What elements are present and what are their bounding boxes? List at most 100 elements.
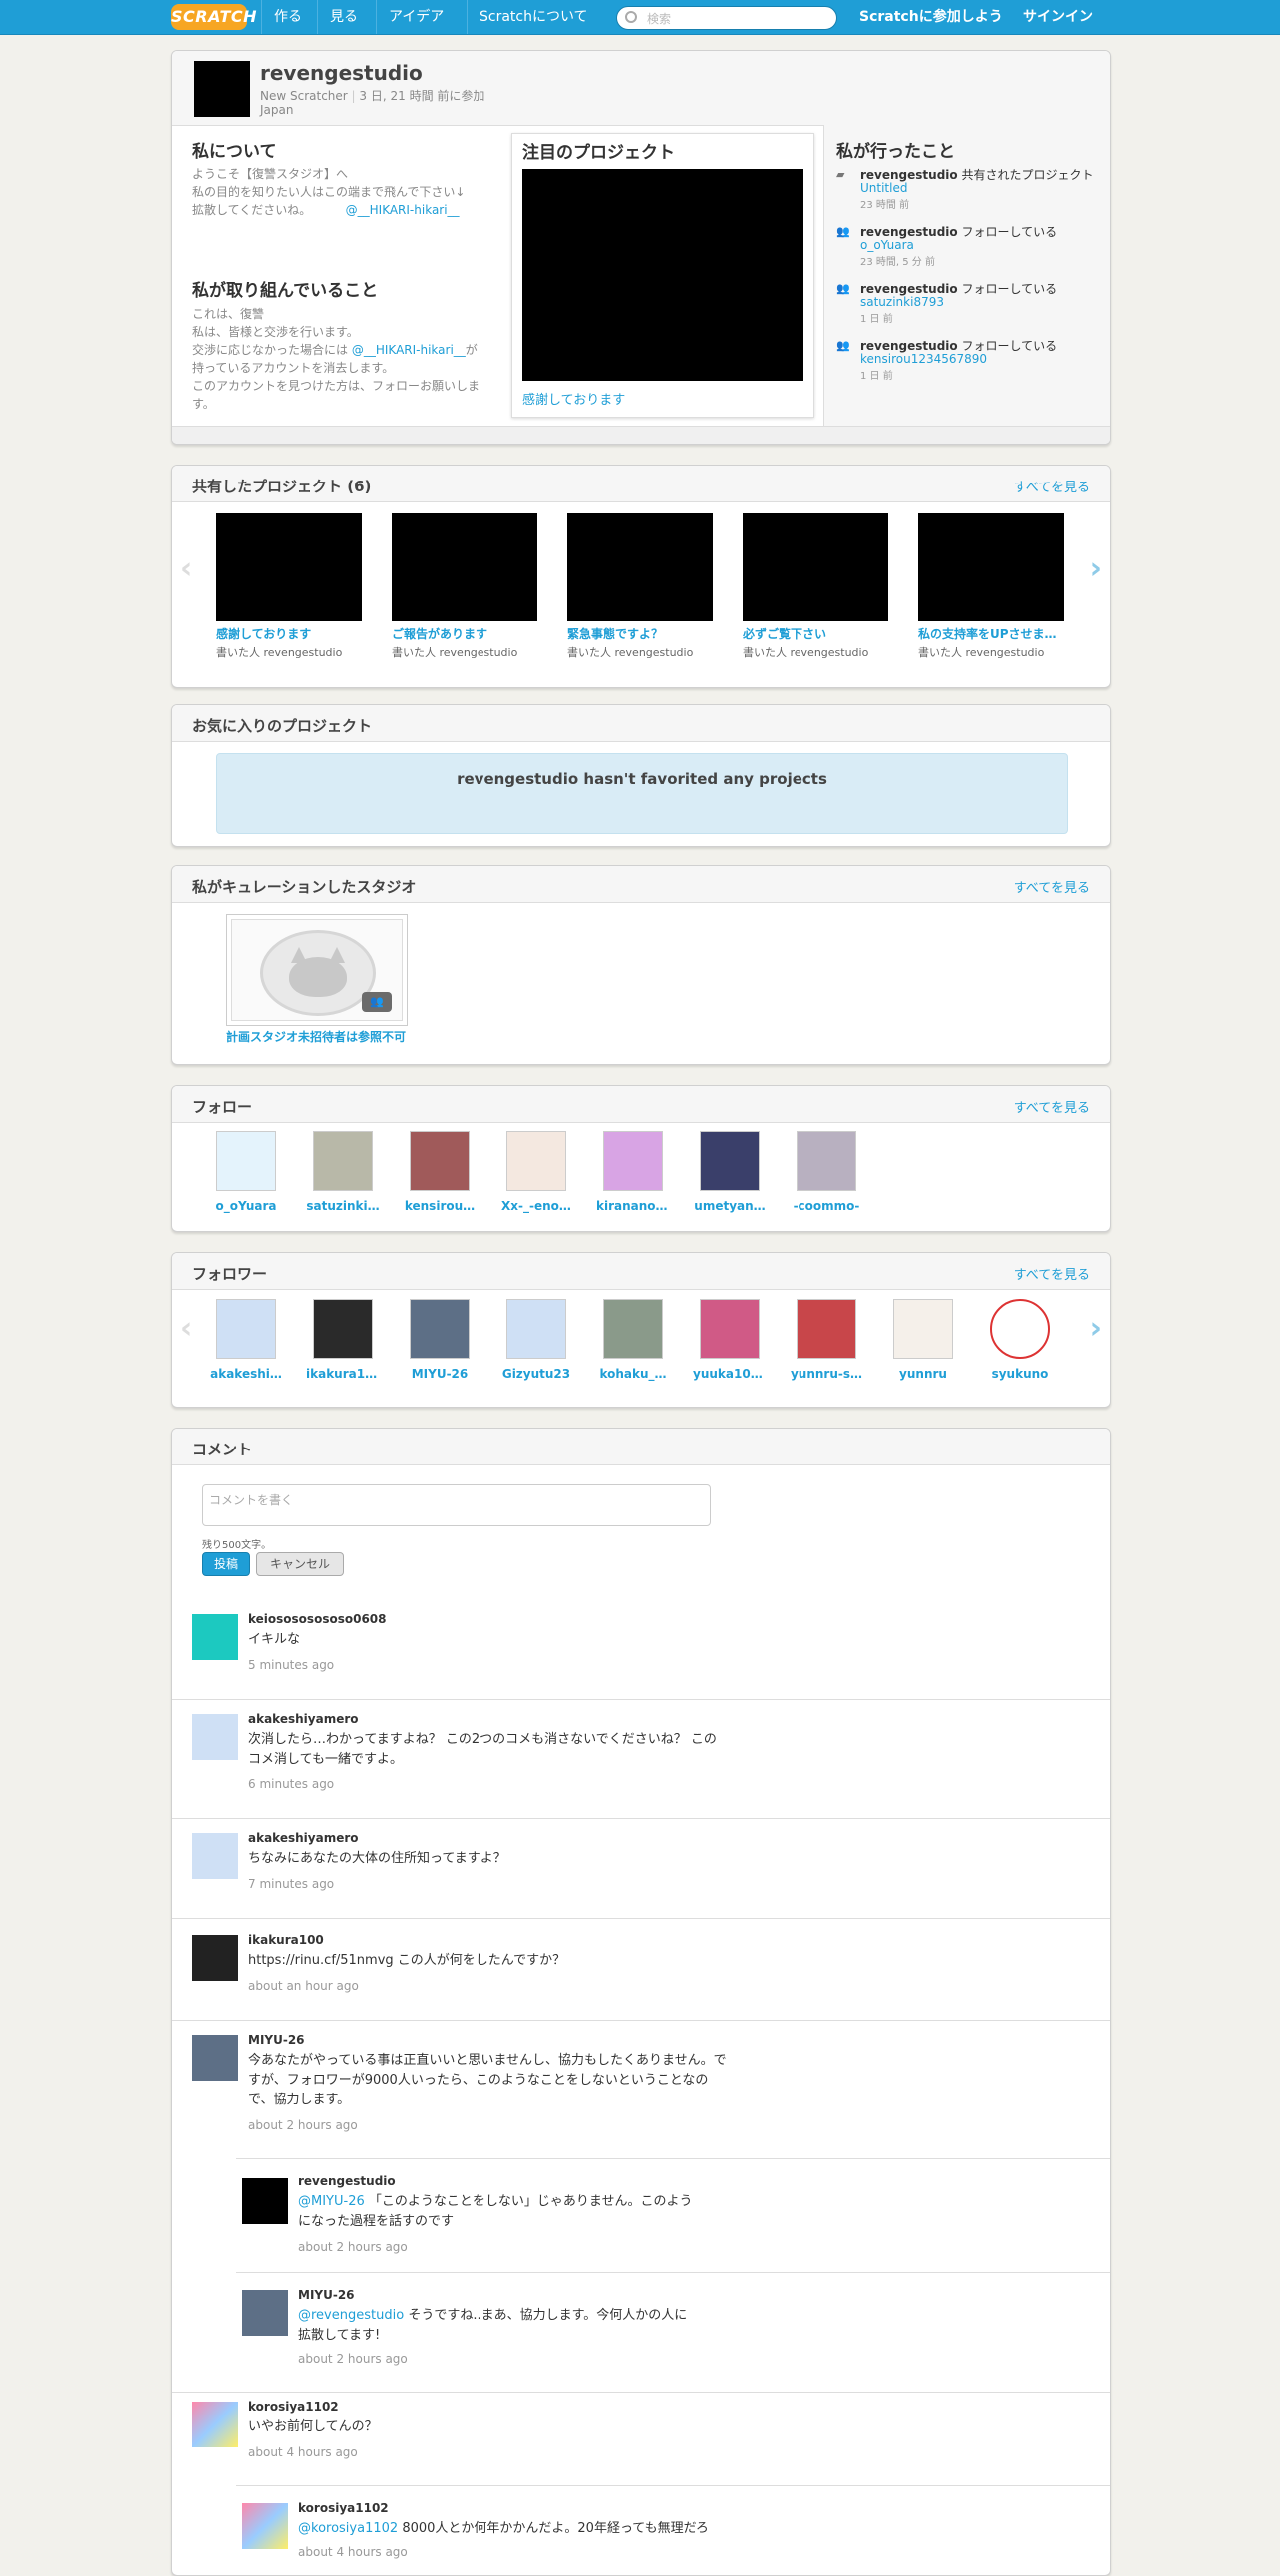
project-title[interactable]: 必ずご覧下さい	[743, 625, 888, 642]
project-card[interactable]: 私の支持率をUPさせま… 書いた人 revengestudio	[918, 513, 1064, 660]
user-avatar[interactable]	[603, 1131, 663, 1191]
mention-link[interactable]: @revengestudio	[298, 2308, 404, 2323]
featured-project-thumbnail[interactable]	[522, 169, 803, 381]
user-avatar[interactable]	[313, 1131, 373, 1191]
activity-item: 👥 revengestudio フォローしている satuzinki8793 1…	[836, 282, 1058, 325]
comment-avatar[interactable]	[242, 2503, 288, 2549]
mention-link[interactable]: @MIYU-26	[298, 2194, 365, 2209]
nav-create[interactable]: 作る	[261, 0, 314, 34]
user-name[interactable]: yunnru-s…	[790, 1367, 863, 1381]
activity-item: 👥 revengestudio フォローしている kensirou1234567…	[836, 339, 1058, 382]
carousel-prev-icon[interactable]: ‹	[180, 551, 192, 586]
user-name[interactable]: -coommo-	[790, 1199, 863, 1213]
user-name[interactable]: umetyan…	[693, 1199, 767, 1213]
studio-title[interactable]: 計画スタジオ未招待者は参照不可	[226, 1028, 406, 1045]
comment-author[interactable]: MIYU-26	[248, 2033, 305, 2047]
studio-thumbnail[interactable]: 👥	[226, 914, 408, 1026]
project-card[interactable]: 感謝しております 書いた人 revengestudio	[216, 513, 362, 660]
comment-avatar[interactable]	[192, 1714, 238, 1760]
carousel-next-icon[interactable]: ›	[1090, 551, 1102, 586]
comment-avatar[interactable]	[242, 2178, 288, 2224]
user-avatar[interactable]	[410, 1131, 470, 1191]
user-name[interactable]: o_oYuara	[209, 1199, 283, 1213]
nav-about[interactable]: Scratchについて	[467, 0, 600, 34]
user-name[interactable]: yuuka1016	[693, 1367, 767, 1381]
user-name[interactable]: akakeshi…	[209, 1367, 283, 1381]
comment-avatar[interactable]	[192, 2402, 238, 2447]
studios-see-all-link[interactable]: すべてを見る	[1014, 877, 1090, 896]
user-avatar[interactable]	[700, 1299, 760, 1359]
comment-author[interactable]: ikakura100	[248, 1933, 324, 1947]
comment-avatar[interactable]	[242, 2290, 288, 2336]
comment-avatar[interactable]	[192, 1614, 238, 1660]
comment-avatar[interactable]	[192, 1935, 238, 1981]
activity-target-link[interactable]: o_oYuara	[860, 238, 914, 252]
carousel-next-icon[interactable]: ›	[1090, 1311, 1102, 1346]
user-avatar[interactable]	[893, 1299, 953, 1359]
user-avatar[interactable]	[506, 1299, 566, 1359]
user-name[interactable]: yunnru	[886, 1367, 960, 1381]
project-thumbnail[interactable]	[918, 513, 1064, 621]
cancel-button[interactable]: キャンセル	[256, 1552, 344, 1576]
user-name[interactable]: kirananoda	[596, 1199, 670, 1213]
mention-link-2[interactable]: @__HIKARI-hikari__	[352, 343, 466, 357]
project-thumbnail[interactable]	[567, 513, 713, 621]
user-avatar[interactable]	[797, 1299, 856, 1359]
user-avatar[interactable]	[410, 1299, 470, 1359]
project-card[interactable]: 必ずご覧下さい 書いた人 revengestudio	[743, 513, 888, 660]
shared-see-all-link[interactable]: すべてを見る	[1014, 477, 1090, 495]
user-avatar[interactable]	[313, 1299, 373, 1359]
featured-project-title[interactable]: 感謝しております	[522, 389, 625, 408]
followers-see-all-link[interactable]: すべてを見る	[1014, 1264, 1090, 1283]
join-scratch-link[interactable]: Scratchに参加しよう	[859, 0, 1003, 34]
user-name[interactable]: satuzinki…	[306, 1199, 380, 1213]
user-name[interactable]: ikakura100	[306, 1367, 380, 1381]
user-name[interactable]: syukuno	[983, 1367, 1057, 1381]
project-thumbnail[interactable]	[216, 513, 362, 621]
user-avatar[interactable]	[603, 1299, 663, 1359]
user-avatar[interactable]	[700, 1131, 760, 1191]
user-name[interactable]: Gizyutu23	[499, 1367, 573, 1381]
user-avatar[interactable]	[216, 1299, 276, 1359]
comment-author[interactable]: korosiya1102	[248, 2400, 339, 2414]
comment-author[interactable]: akakeshiyamero	[248, 1712, 359, 1726]
mention-link[interactable]: @__HIKARI-hikari__	[346, 203, 460, 217]
activity-target-link[interactable]: Untitled	[860, 181, 907, 195]
user-avatar[interactable]	[216, 1131, 276, 1191]
comment-author[interactable]: revengestudio	[298, 2174, 396, 2188]
project-card[interactable]: 緊急事態ですよ？ 書いた人 revengestudio	[567, 513, 713, 660]
user-name[interactable]: kensirou…	[403, 1199, 477, 1213]
project-card[interactable]: ご報告があります 書いた人 revengestudio	[392, 513, 537, 660]
user-name[interactable]: MIYU-26	[403, 1367, 477, 1381]
project-title[interactable]: ご報告があります	[392, 625, 537, 642]
comment-text: イキルな	[248, 1632, 301, 1647]
comment-author[interactable]: korosiya1102	[298, 2501, 389, 2515]
scratch-logo[interactable]: SCRATCH	[171, 4, 256, 30]
nav-explore[interactable]: 見る	[317, 0, 370, 34]
comment-author[interactable]: MIYU-26	[298, 2288, 355, 2302]
following-see-all-link[interactable]: すべてを見る	[1014, 1097, 1090, 1116]
comment-author[interactable]: akakeshiyamero	[248, 1831, 359, 1845]
project-thumbnail[interactable]	[392, 513, 537, 621]
user-name[interactable]: kohaku_…	[596, 1367, 670, 1381]
project-title[interactable]: 緊急事態ですよ？	[567, 625, 713, 642]
comment-textarea[interactable]: コメントを書く	[202, 1484, 711, 1526]
project-thumbnail[interactable]	[743, 513, 888, 621]
comment-author[interactable]: keiosososososo0608	[248, 1612, 387, 1626]
comment-avatar[interactable]	[192, 2035, 238, 2081]
user-avatar[interactable]	[797, 1131, 856, 1191]
comment-avatar[interactable]	[192, 1833, 238, 1879]
nav-ideas[interactable]: アイデア	[376, 0, 456, 34]
carousel-prev-icon[interactable]: ‹	[180, 1311, 192, 1346]
signin-link[interactable]: サインイン	[1023, 0, 1093, 34]
activity-target-link[interactable]: kensirou1234567890	[860, 352, 987, 366]
project-title[interactable]: 私の支持率をUPさせま…	[918, 625, 1064, 642]
user-name[interactable]: Xx-_-eno…	[499, 1199, 573, 1213]
search-input[interactable]: 検索	[616, 6, 837, 30]
post-button[interactable]: 投稿	[202, 1552, 250, 1576]
project-title[interactable]: 感謝しております	[216, 625, 362, 642]
mention-link[interactable]: @korosiya1102	[298, 2521, 398, 2536]
user-avatar[interactable]	[506, 1131, 566, 1191]
activity-target-link[interactable]: satuzinki8793	[860, 295, 944, 309]
user-avatar[interactable]	[990, 1299, 1050, 1359]
